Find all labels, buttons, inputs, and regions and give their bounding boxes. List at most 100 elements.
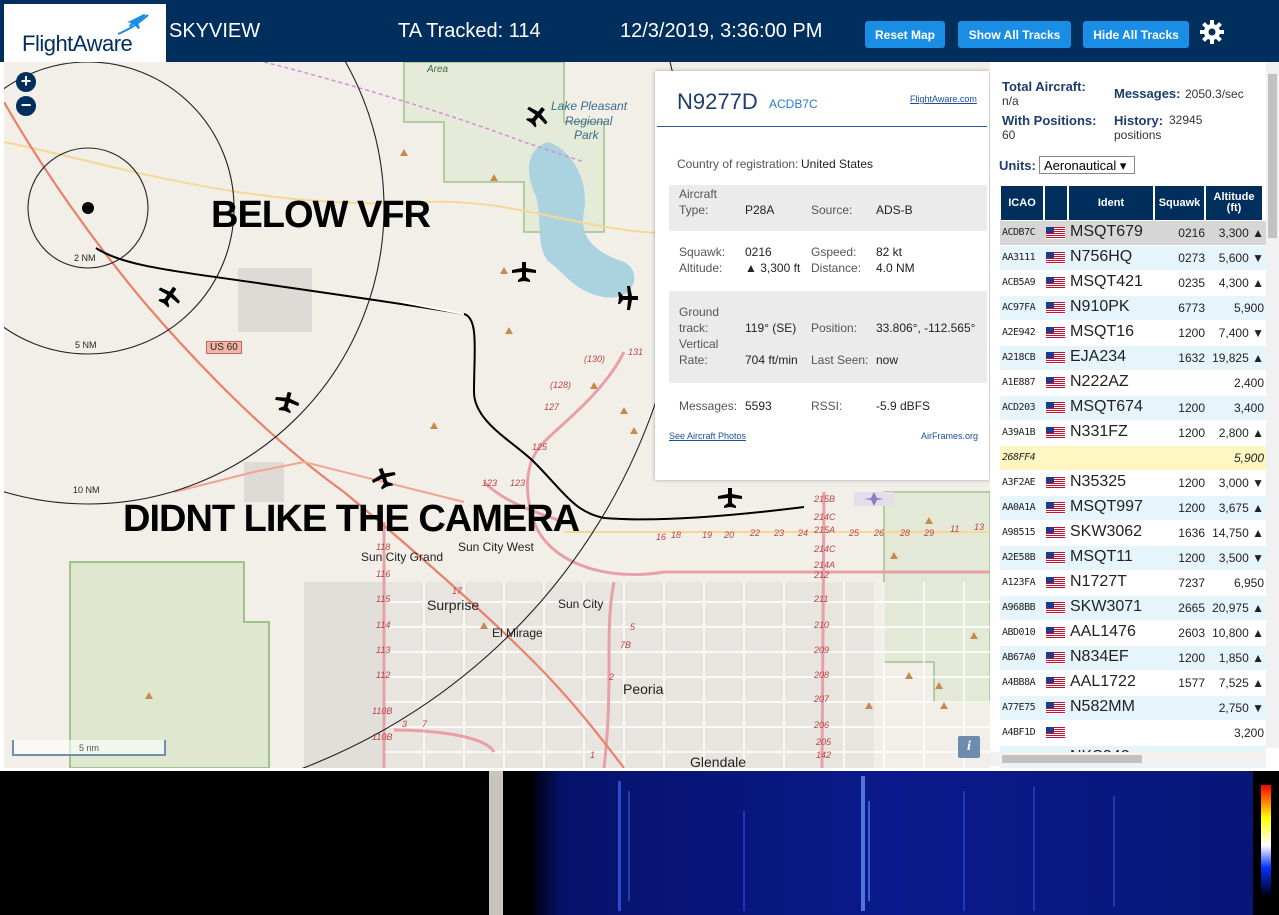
cell-icao: A98515: [1002, 527, 1036, 538]
show-all-tracks-button[interactable]: Show All Tracks: [958, 21, 1071, 48]
aircraft-photos-link[interactable]: See Aircraft Photos: [669, 431, 746, 441]
col-altitude[interactable]: Altitude (ft): [1206, 186, 1262, 220]
cell-icao: AA3111: [1002, 252, 1036, 263]
table-horizontal-scrollbar[interactable]: [990, 752, 1266, 766]
cell-altitude: 2,800 ▲: [1218, 426, 1264, 440]
col-icao[interactable]: ICAO: [1001, 186, 1043, 220]
messages-label: Messages:: [1114, 86, 1181, 101]
hide-all-tracks-button[interactable]: Hide All Tracks: [1083, 21, 1189, 48]
aircraft-icon: [718, 488, 742, 508]
route-number: 7: [422, 719, 428, 729]
col-squawk[interactable]: Squawk: [1155, 186, 1204, 220]
flightaware-logo[interactable]: FlightAware: [4, 4, 166, 62]
table-row[interactable]: 268FF4 5,900: [1000, 446, 1266, 470]
us-flag-icon: [1046, 552, 1065, 564]
table-row[interactable]: A3F2AE N35325 1200 3,000 ▼: [1000, 471, 1266, 495]
table-vertical-scrollbar[interactable]: [1266, 62, 1279, 748]
route-number: 29: [924, 528, 935, 538]
cell-icao: A4BF1D: [1002, 727, 1036, 738]
aircraft-icon: [275, 391, 300, 414]
us-flag-icon: [1046, 577, 1065, 589]
total-aircraft-value: n/a: [1002, 94, 1019, 108]
table-row[interactable]: A2E58B MSQT11 1200 3,500 ▼: [1000, 546, 1266, 570]
table-row[interactable]: A218CB EJA234 1632 19,825 ▲: [1000, 346, 1266, 370]
cell-squawk: 1200: [1178, 426, 1205, 440]
table-row[interactable]: A123FA N1727T 7237 6,950: [1000, 571, 1266, 595]
route-number: 17: [452, 586, 463, 596]
cell-ident: MSQT679: [1070, 223, 1143, 240]
table-row[interactable]: A1E887 N222AZ 2,400: [1000, 371, 1266, 395]
route-number: 206: [814, 720, 830, 730]
route-number: 211: [814, 594, 829, 604]
logo-text: FlightAware: [22, 31, 133, 56]
aircraft-icon: [372, 467, 396, 490]
table-row[interactable]: A4BB8A AAL1722 1577 7,525 ▲: [1000, 671, 1266, 695]
flightaware-link[interactable]: FlightAware.com: [910, 94, 977, 104]
table-row[interactable]: A968BB SKW3071 2665 20,975 ▲: [1000, 596, 1266, 620]
cell-squawk: 1200: [1178, 651, 1205, 665]
table-row[interactable]: ACDB7C MSQT679 0216 3,300 ▲: [1000, 221, 1266, 245]
col-altitude-line2: (ft): [1226, 202, 1242, 214]
table-row[interactable]: ACB5A9 MSQT421 0235 4,300 ▲: [1000, 271, 1266, 295]
col-ident[interactable]: Ident: [1069, 186, 1153, 220]
rssi-value: -5.9 dBFS: [876, 399, 931, 413]
table-row[interactable]: AC97FA N910PK 6773 5,900: [1000, 296, 1266, 320]
cell-icao: AC97FA: [1002, 302, 1036, 313]
cell-squawk: 0273: [1178, 251, 1205, 265]
airframes-link[interactable]: AirFrames.org: [921, 431, 978, 441]
country-value: United States: [801, 157, 874, 171]
color-scale: [1261, 785, 1271, 895]
table-row[interactable]: A39A1B N331FZ 1200 2,800 ▲: [1000, 421, 1266, 445]
source-value: ADS-B: [876, 203, 913, 217]
cell-icao: A2E942: [1002, 327, 1036, 338]
cell-altitude: 5,900: [1233, 301, 1264, 315]
cell-icao: ABD010: [1002, 627, 1036, 638]
popup-hex: ACDB7C: [769, 97, 818, 111]
table-row[interactable]: AB67A0 N834EF 1200 1,850 ▲: [1000, 646, 1266, 670]
cell-altitude: 3,675 ▲: [1218, 501, 1264, 515]
distance-label: Distance:: [811, 261, 862, 275]
cell-ident: N910PK: [1070, 298, 1130, 315]
cell-icao: 268FF4: [1002, 452, 1036, 463]
cell-ident: N756HQ: [1070, 248, 1133, 265]
cell-icao: A4BB8A: [1002, 677, 1036, 688]
table-row[interactable]: A77E75 N582MM 2,750 ▼: [1000, 696, 1266, 720]
col-flag[interactable]: [1045, 186, 1067, 220]
type-label-2: Type:: [679, 203, 709, 217]
vertical-label-2: Rate:: [679, 353, 708, 367]
table-row[interactable]: ABD010 AAL1476 2603 10,800 ▲: [1000, 621, 1266, 645]
route-number: 5: [630, 622, 636, 632]
cell-altitude: 14,750 ▲: [1212, 526, 1264, 540]
reset-map-button[interactable]: Reset Map: [865, 21, 945, 48]
route-number: 118: [376, 542, 391, 552]
cell-squawk: 2665: [1178, 601, 1205, 615]
table-row[interactable]: A98515 SKW3062 1636 14,750 ▲: [1000, 521, 1266, 545]
table-row[interactable]: AA0A1A MSQT997 1200 3,675 ▲: [1000, 496, 1266, 520]
vertical-scroll-thumb[interactable]: [1268, 74, 1277, 238]
route-number: 123: [510, 478, 526, 488]
zoom-in-button[interactable]: +: [16, 72, 36, 92]
info-icon[interactable]: i: [958, 736, 980, 758]
route-number: 2: [609, 672, 615, 682]
table-row[interactable]: A2E942 MSQT16 1200 7,400 ▼: [1000, 321, 1266, 345]
with-positions-value: 60: [1002, 128, 1016, 142]
source-label: Source:: [811, 203, 853, 217]
aircraft-icon: [158, 286, 180, 308]
table-row[interactable]: A4BF1D 3,200: [1000, 721, 1266, 745]
panel-splitter[interactable]: [489, 771, 503, 915]
place-lake-1: Lake Pleasant: [551, 99, 628, 113]
table-row[interactable]: AA3111 N756HQ 0273 5,600 ▼: [1000, 246, 1266, 270]
cell-squawk: 2603: [1178, 626, 1205, 640]
cell-ident: EJA234: [1070, 348, 1127, 365]
waterfall-display: [503, 771, 1279, 915]
place-peoria: Peoria: [623, 681, 664, 697]
route-number: 7B: [620, 640, 632, 650]
gear-icon[interactable]: [1199, 19, 1225, 45]
route-number: 207: [814, 694, 830, 704]
route-number: 214C: [814, 544, 836, 554]
horizontal-scroll-thumb[interactable]: [1002, 755, 1142, 763]
tracked-count: TA Tracked: 114: [398, 20, 541, 42]
table-row[interactable]: ACD203 MSQT674 1200 3,400: [1000, 396, 1266, 420]
units-select[interactable]: Aeronautical ▾: [1039, 156, 1135, 174]
zoom-out-button[interactable]: −: [16, 96, 36, 116]
